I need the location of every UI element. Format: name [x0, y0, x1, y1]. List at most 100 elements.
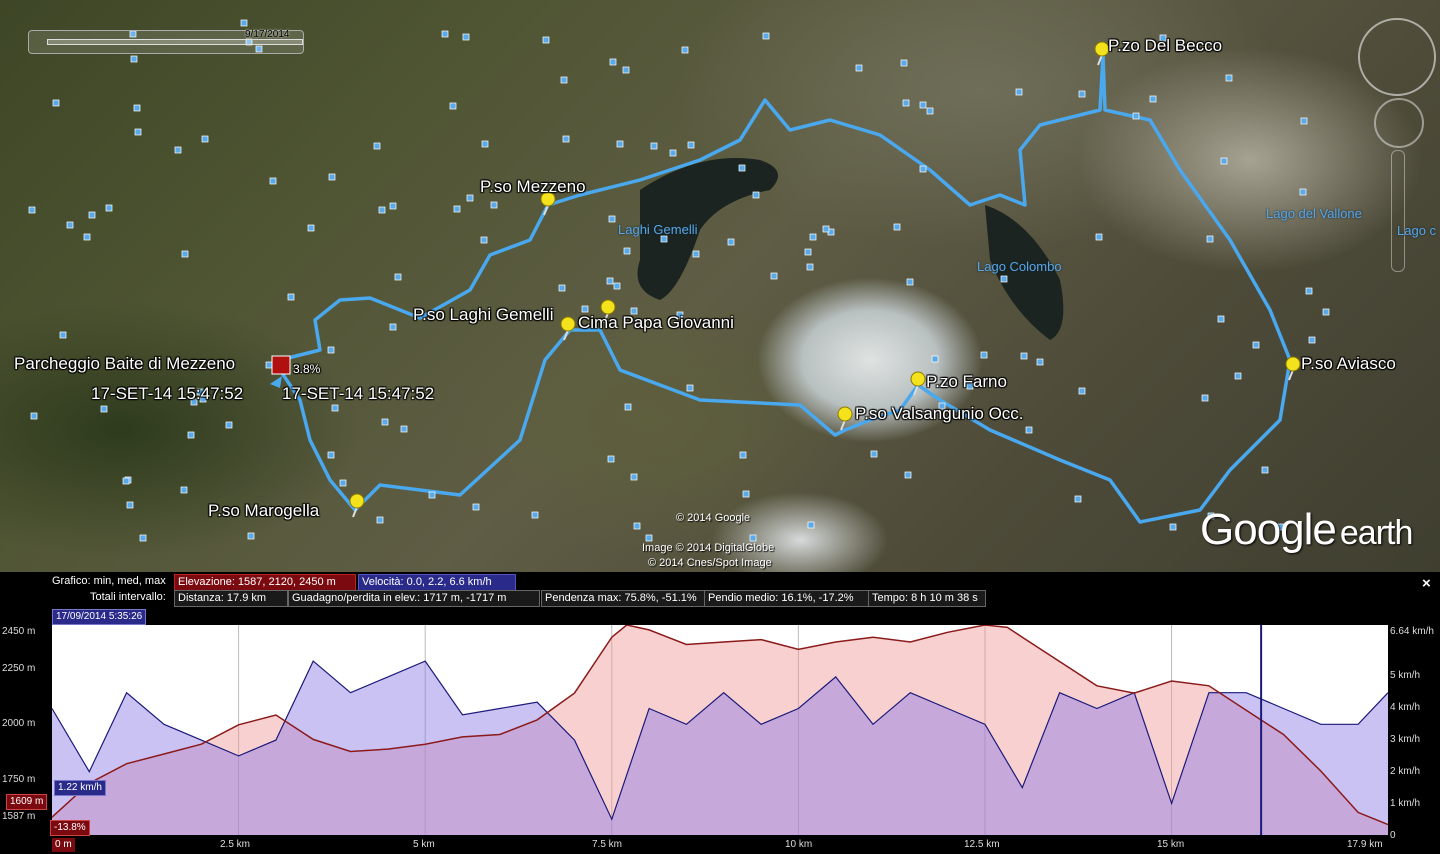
photo-waypoint-icon[interactable] [59, 331, 67, 339]
photo-waypoint-icon[interactable] [174, 146, 182, 154]
photo-waypoint-icon[interactable] [269, 177, 277, 185]
photo-waypoint-icon[interactable] [558, 284, 566, 292]
photo-waypoint-icon[interactable] [1206, 235, 1214, 243]
placemark-label[interactable]: P.so Valsangunio Occ. [855, 404, 1024, 424]
photo-waypoint-icon[interactable] [727, 238, 735, 246]
photo-waypoint-icon[interactable] [855, 64, 863, 72]
photo-waypoint-icon[interactable] [428, 491, 436, 499]
photo-waypoint-icon[interactable] [381, 418, 389, 426]
photo-waypoint-icon[interactable] [339, 479, 347, 487]
photo-waypoint-icon[interactable] [400, 425, 408, 433]
photo-waypoint-icon[interactable] [133, 104, 141, 112]
photo-waypoint-icon[interactable] [900, 59, 908, 67]
photo-waypoint-icon[interactable] [1305, 287, 1313, 295]
photo-waypoint-icon[interactable] [187, 431, 195, 439]
profile-graph[interactable] [51, 624, 1389, 835]
photo-waypoint-icon[interactable] [331, 404, 339, 412]
photo-waypoint-icon[interactable] [466, 194, 474, 202]
photo-waypoint-icon[interactable] [376, 516, 384, 524]
photo-waypoint-icon[interactable] [30, 412, 38, 420]
photo-waypoint-icon[interactable] [201, 135, 209, 143]
photo-waypoint-icon[interactable] [389, 323, 397, 331]
photo-waypoint-icon[interactable] [806, 263, 814, 271]
photo-waypoint-icon[interactable] [378, 206, 386, 214]
profile-chart[interactable] [51, 624, 1389, 835]
photo-waypoint-icon[interactable] [441, 30, 449, 38]
photo-waypoint-icon[interactable] [1299, 188, 1307, 196]
photo-waypoint-icon[interactable] [1261, 466, 1269, 474]
photo-waypoint-icon[interactable] [1220, 157, 1228, 165]
photo-waypoint-icon[interactable] [608, 215, 616, 223]
placemark-label[interactable]: P.so Aviasco [1301, 354, 1396, 374]
photo-waypoint-icon[interactable] [616, 140, 624, 148]
photo-waypoint-icon[interactable] [630, 473, 638, 481]
photo-waypoint-icon[interactable] [1225, 74, 1233, 82]
photo-waypoint-icon[interactable] [1095, 233, 1103, 241]
elevation-stat[interactable]: Elevazione: 1587, 2120, 2450 m [174, 574, 356, 591]
photo-waypoint-icon[interactable] [807, 521, 815, 529]
photo-waypoint-icon[interactable] [225, 421, 233, 429]
photo-waypoint-icon[interactable] [581, 305, 589, 313]
photo-waypoint-icon[interactable] [472, 503, 480, 511]
photo-waypoint-icon[interactable] [1036, 358, 1044, 366]
speed-stat[interactable]: Velocità: 0.0, 2.2, 6.6 km/h [358, 574, 516, 591]
photo-waypoint-icon[interactable] [904, 471, 912, 479]
photo-waypoint-icon[interactable] [327, 451, 335, 459]
photo-waypoint-icon[interactable] [607, 455, 615, 463]
photo-waypoint-icon[interactable] [1217, 315, 1225, 323]
placemark-label[interactable]: P.so Laghi Gemelli [413, 305, 554, 325]
photo-waypoint-icon[interactable] [692, 250, 700, 258]
photo-waypoint-icon[interactable] [134, 128, 142, 136]
placemark-label[interactable]: Parcheggio Baite di Mezzeno [14, 354, 235, 374]
photo-waypoint-icon[interactable] [181, 250, 189, 258]
photo-waypoint-icon[interactable] [809, 233, 817, 241]
placemark-label[interactable]: P.zo Farno [926, 372, 1007, 392]
photo-waypoint-icon[interactable] [686, 384, 694, 392]
photo-waypoint-icon[interactable] [100, 405, 108, 413]
photo-waypoint-icon[interactable] [1169, 523, 1177, 531]
photo-waypoint-icon[interactable] [645, 534, 653, 542]
photo-waypoint-icon[interactable] [126, 501, 134, 509]
close-button[interactable]: × [1422, 575, 1431, 592]
photo-waypoint-icon[interactable] [742, 490, 750, 498]
photo-waypoint-icon[interactable] [752, 191, 760, 199]
photo-waypoint-icon[interactable] [139, 534, 147, 542]
photo-waypoint-icon[interactable] [1000, 275, 1008, 283]
gps-track[interactable] [278, 53, 1292, 524]
photo-waypoint-icon[interactable] [122, 477, 130, 485]
photo-waypoint-icon[interactable] [822, 225, 830, 233]
photo-waypoint-icon[interactable] [980, 351, 988, 359]
photo-waypoint-icon[interactable] [480, 236, 488, 244]
photo-waypoint-icon[interactable] [749, 534, 757, 542]
photo-waypoint-icon[interactable] [623, 247, 631, 255]
photo-waypoint-icon[interactable] [926, 107, 934, 115]
photo-waypoint-icon[interactable] [893, 223, 901, 231]
photo-waypoint-icon[interactable] [919, 165, 927, 173]
photo-waypoint-icon[interactable] [542, 36, 550, 44]
photo-waypoint-icon[interactable] [490, 201, 498, 209]
photo-waypoint-icon[interactable] [687, 141, 695, 149]
photo-waypoint-icon[interactable] [307, 224, 315, 232]
photo-waypoint-icon[interactable] [28, 206, 36, 214]
photo-waypoint-icon[interactable] [453, 205, 461, 213]
photo-waypoint-icon[interactable] [52, 99, 60, 107]
photo-waypoint-icon[interactable] [681, 46, 689, 54]
photo-waypoint-icon[interactable] [1201, 394, 1209, 402]
compass-icon[interactable] [1358, 18, 1436, 96]
map-view[interactable]: 9/17/2014 P.zo Del Becco P.so Mezzeno P.… [0, 0, 1440, 572]
photo-waypoint-icon[interactable] [130, 55, 138, 63]
photo-waypoint-icon[interactable] [1149, 95, 1157, 103]
photo-waypoint-icon[interactable] [328, 173, 336, 181]
photo-waypoint-icon[interactable] [1132, 112, 1140, 120]
photo-waypoint-icon[interactable] [1252, 341, 1260, 349]
photo-waypoint-icon[interactable] [180, 486, 188, 494]
placemark-label[interactable]: P.so Mezzeno [480, 177, 586, 197]
photo-waypoint-icon[interactable] [762, 32, 770, 40]
photo-waypoint-icon[interactable] [902, 99, 910, 107]
photo-waypoint-icon[interactable] [105, 204, 113, 212]
photo-waypoint-icon[interactable] [449, 102, 457, 110]
placemark-label[interactable]: P.zo Del Becco [1108, 36, 1222, 56]
look-joystick-icon[interactable] [1374, 98, 1424, 148]
photo-waypoint-icon[interactable] [394, 273, 402, 281]
photo-waypoint-icon[interactable] [287, 293, 295, 301]
